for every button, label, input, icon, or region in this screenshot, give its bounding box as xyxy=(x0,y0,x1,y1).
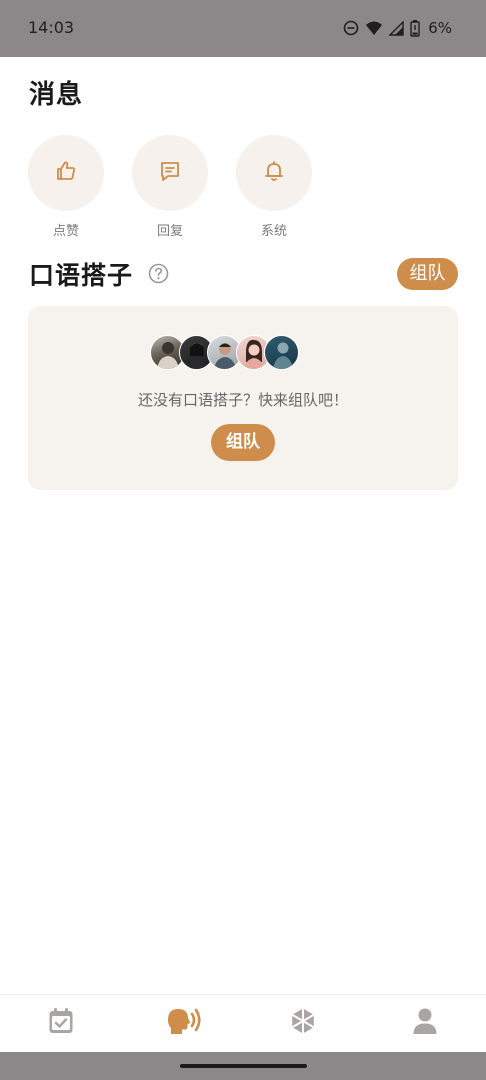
likes-label: 点赞 xyxy=(52,224,79,239)
status-icons: 6% xyxy=(343,17,452,39)
replies-button[interactable]: 回复 xyxy=(132,135,208,247)
thumbs-up-icon xyxy=(54,159,78,187)
system-button[interactable]: 系统 xyxy=(236,135,312,247)
system-navigation-bar xyxy=(0,1052,486,1080)
nav-speaking[interactable] xyxy=(164,1005,204,1041)
likes-circle xyxy=(28,135,104,211)
nav-profile[interactable] xyxy=(405,1005,445,1041)
avatar xyxy=(264,335,299,370)
message-icon xyxy=(158,159,182,187)
wifi-icon xyxy=(365,20,383,36)
page-title: 消息 xyxy=(29,80,84,110)
bottom-nav xyxy=(0,994,486,1053)
replies-label: 回复 xyxy=(156,224,183,239)
status-bar: 14:03 6% xyxy=(0,0,486,57)
explore-icon xyxy=(289,1007,317,1039)
status-time: 14:03 xyxy=(28,18,75,37)
card-team-up-button[interactable]: 组队 xyxy=(211,424,275,461)
battery-percent: 6% xyxy=(428,19,452,37)
nav-explore[interactable] xyxy=(283,1005,323,1041)
messages-screen: 14:03 6% 消息 点赞 回复 系统 口语搭子 组队 还没有口语搭子？快来组… xyxy=(0,0,486,1080)
battery-icon xyxy=(410,19,420,37)
likes-button[interactable]: 点赞 xyxy=(28,135,104,247)
bell-icon xyxy=(262,159,286,187)
calendar-check-icon xyxy=(48,1007,74,1039)
system-circle xyxy=(236,135,312,211)
replies-circle xyxy=(132,135,208,211)
do-not-disturb-icon xyxy=(343,20,359,36)
cellular-signal-icon xyxy=(389,20,404,36)
avatar-stack xyxy=(150,335,300,370)
speaking-head-icon xyxy=(165,1006,203,1040)
empty-partners-message: 还没有口语搭子？快来组队吧！ xyxy=(137,391,348,409)
system-label: 系统 xyxy=(260,224,287,239)
profile-icon xyxy=(412,1007,438,1039)
speaking-partners-title: 口语搭子 xyxy=(29,261,134,290)
nav-calendar[interactable] xyxy=(41,1005,81,1041)
home-gesture-handle[interactable] xyxy=(180,1064,307,1068)
team-up-button[interactable]: 组队 xyxy=(397,258,458,290)
help-icon[interactable] xyxy=(148,263,169,284)
